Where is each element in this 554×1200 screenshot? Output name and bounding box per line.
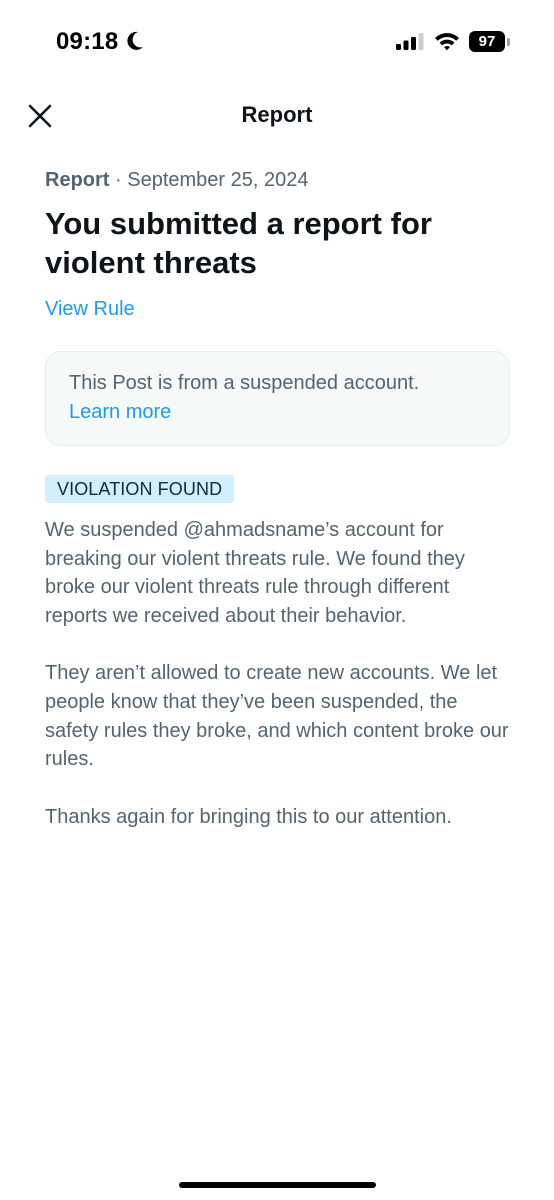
battery-tip [507,38,510,46]
cellular-signal-icon [396,33,424,55]
violation-paragraph-3: Thanks again for bringing this to our at… [45,805,452,828]
violation-badge: VIOLATION FOUND [45,475,235,503]
nav-bar: Report [0,90,554,142]
report-meta-label: Report [45,169,110,191]
battery-indicator: 97 [469,31,505,52]
meta-separator: · [109,169,128,191]
status-bar: 09:18 97 [0,0,554,84]
report-content: Report · September 25, 2024 You submitte… [45,166,510,831]
home-indicator[interactable] [179,1182,376,1188]
status-time: 09:18 [56,28,119,55]
page-title: Report [241,102,313,127]
report-meta: Report · September 25, 2024 [45,166,510,194]
moon-icon [125,30,145,57]
suspended-account-notice: This Post is from a suspended account. L… [45,351,510,446]
view-rule-link[interactable]: View Rule [45,295,135,323]
report-date: September 25, 2024 [127,169,309,191]
report-headline: You submitted a report for violent threa… [45,206,432,280]
violation-paragraph-2: They aren’t allowed to create new accoun… [45,662,509,771]
violation-paragraph-1: We suspended @ahmadsname’s account for b… [45,519,465,627]
wifi-icon [434,31,460,56]
learn-more-link[interactable]: Learn more [69,401,171,423]
notice-text: This Post is from a suspended account. [69,372,420,394]
